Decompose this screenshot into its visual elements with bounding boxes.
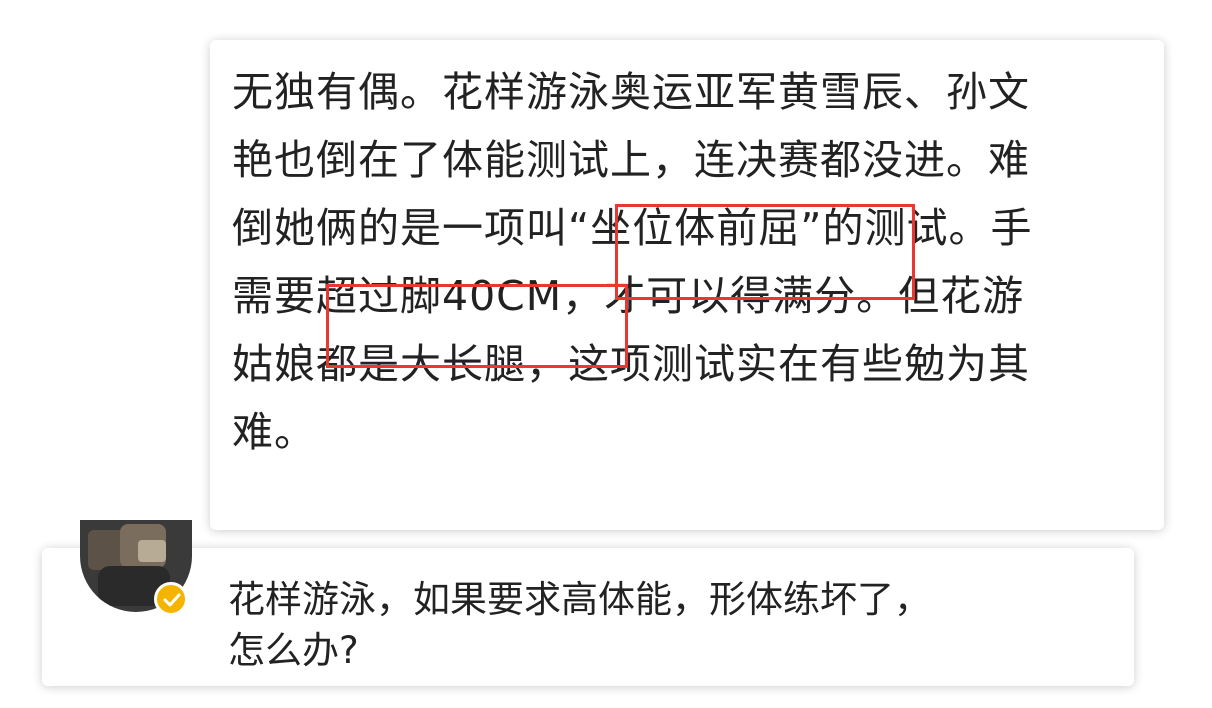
post-line: 无独有偶。花样游泳奥运亚军黄雪辰、孙文 — [232, 68, 1030, 116]
verified-badge-icon — [154, 582, 188, 616]
post-card: 无独有偶。花样游泳奥运亚军黄雪辰、孙文 艳也倒在了体能测试上，连决赛都没进。难 … — [210, 40, 1164, 530]
comment-card: 花样游泳，如果要求高体能，形体练坏了， 怎么办? — [42, 548, 1134, 686]
comment-text: 花样游泳，如果要求高体能，形体练坏了， 怎么办? — [228, 574, 1108, 676]
post-line: 艳也倒在了体能测试上，连决赛都没进。难 — [232, 136, 1030, 184]
post-line: 需要超过脚40CM，才可以得满分。但花游 — [232, 272, 1025, 320]
comment-line: 怎么办? — [228, 629, 359, 672]
comment-line: 花样游泳，如果要求高体能，形体练坏了， — [228, 578, 931, 621]
post-line: 姑娘都是大长腿，这项测试实在有些勉为其 — [232, 340, 1030, 388]
post-text: 无独有偶。花样游泳奥运亚军黄雪辰、孙文 艳也倒在了体能测试上，连决赛都没进。难 … — [232, 58, 1152, 466]
post-line: 倒她俩的是一项叫“坐位体前屈”的测试。手 — [232, 204, 1033, 252]
post-line: 难。 — [232, 408, 316, 456]
